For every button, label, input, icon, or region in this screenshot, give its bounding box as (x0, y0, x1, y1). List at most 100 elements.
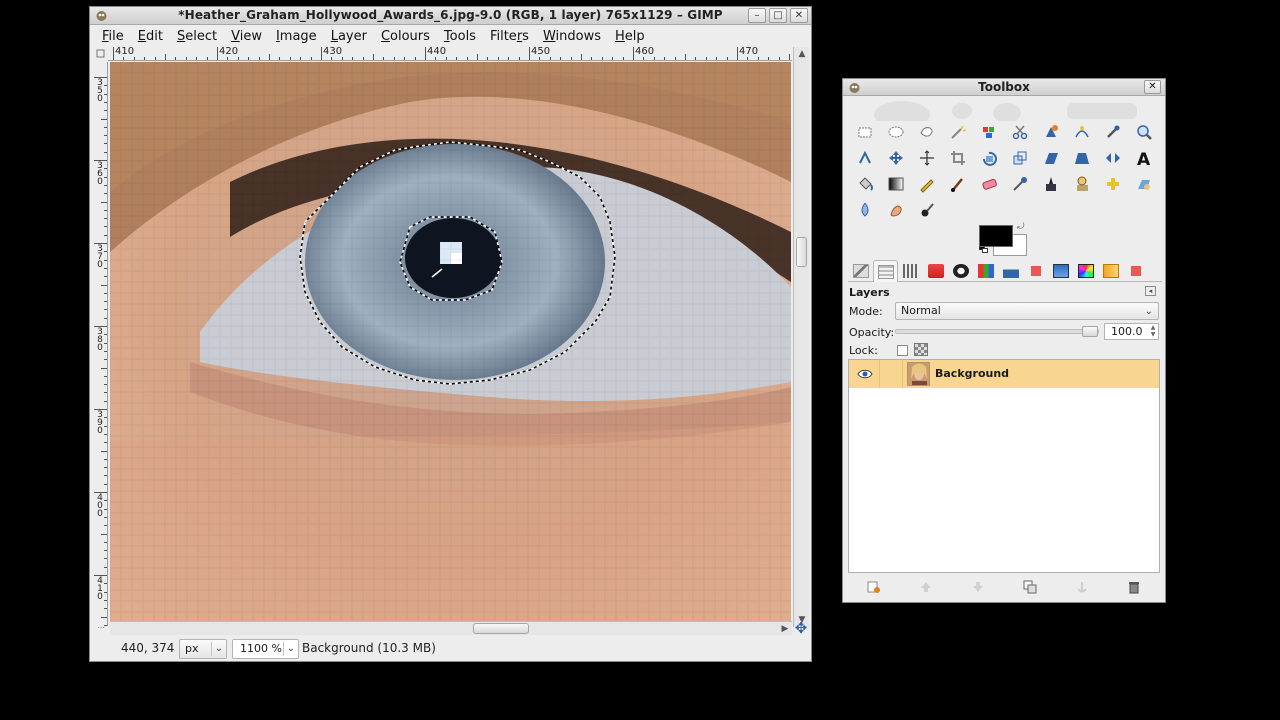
menu-item[interactable]: View (224, 29, 269, 44)
layer-row[interactable]: Background (849, 360, 1159, 388)
tab-selection-editor[interactable] (1023, 260, 1048, 282)
tool-paintbrush[interactable] (942, 171, 973, 197)
tool-scale[interactable] (1004, 145, 1035, 171)
tool-rect-select[interactable] (849, 119, 880, 145)
tool-eraser[interactable] (973, 171, 1004, 197)
maximize-button[interactable]: □ (769, 8, 787, 23)
horizontal-ruler[interactable]: 410 420 430 440 450 460 470 (108, 47, 792, 61)
zoom-combo[interactable]: 1100 % ⌄ (232, 639, 299, 659)
quick-mask-icon[interactable]: ⋯ (94, 623, 108, 635)
horizontal-scroll-thumb[interactable] (473, 623, 529, 634)
tool-align[interactable] (911, 145, 942, 171)
tool-by-color-select[interactable] (973, 119, 1004, 145)
menu-item[interactable]: Edit (131, 29, 170, 44)
menu-item[interactable]: Colours (374, 29, 437, 44)
tool-smudge[interactable] (880, 197, 911, 223)
opacity-slider-handle[interactable] (1082, 326, 1098, 337)
tab-brushes[interactable] (1123, 260, 1148, 282)
tool-airbrush[interactable] (1004, 171, 1035, 197)
spin-arrows-icon[interactable]: ▲ ▼ (1149, 324, 1157, 339)
close-button[interactable]: ✕ (790, 8, 808, 23)
foreground-color-swatch[interactable] (979, 225, 1013, 247)
tool-blend[interactable] (880, 171, 911, 197)
menu-item[interactable]: Help (608, 29, 652, 44)
ruler-label: 460 (635, 47, 655, 57)
menu-item[interactable]: Filters (483, 29, 536, 44)
tool-heal[interactable] (1097, 171, 1128, 197)
menu-item[interactable]: Tools (437, 29, 483, 44)
tool-ink[interactable] (1035, 171, 1066, 197)
ruler-corner-icon[interactable] (94, 47, 107, 60)
tool-fuzzy-select[interactable] (942, 119, 973, 145)
raise-layer-button[interactable] (917, 579, 935, 595)
unit-select[interactable]: px ⌄ (179, 639, 227, 659)
layers-list[interactable]: Background (848, 359, 1160, 573)
tool-ellipse-select[interactable] (880, 119, 911, 145)
menu-item[interactable]: File (95, 29, 131, 44)
toolbox-titlebar[interactable]: Toolbox ✕ (843, 79, 1165, 96)
vertical-scrollbar[interactable]: ▲ ▼ (793, 47, 809, 627)
image-canvas[interactable] (110, 62, 791, 626)
scroll-right-icon[interactable]: ▶ (778, 622, 792, 636)
tool-scissors[interactable] (1004, 119, 1035, 145)
tool-rotate[interactable] (973, 145, 1004, 171)
tool-dodge-burn[interactable] (911, 197, 942, 223)
layer-thumbnail (907, 362, 930, 386)
menu-item[interactable]: Layer (324, 29, 374, 44)
tool-pencil[interactable] (911, 171, 942, 197)
tool-paths[interactable] (1066, 119, 1097, 145)
opacity-spinbox[interactable]: 100.0 ▲ ▼ (1104, 323, 1159, 340)
tool-perspective-clone[interactable] (1128, 171, 1159, 197)
swap-colors-icon[interactable]: ⤾ (1017, 222, 1025, 232)
minimize-button[interactable]: – (748, 8, 766, 23)
tab-histogram[interactable] (998, 260, 1023, 282)
tab-navigation[interactable] (1048, 260, 1073, 282)
tool-measure[interactable] (849, 145, 880, 171)
lock-alpha-checkbox[interactable] (897, 345, 908, 356)
eye-icon[interactable] (857, 367, 873, 381)
tab-pointer[interactable] (1073, 260, 1098, 282)
menu-item[interactable]: Select (170, 29, 224, 44)
scroll-up-icon[interactable]: ▲ (795, 47, 809, 61)
heal-icon (1106, 178, 1119, 190)
tab-colormap[interactable] (973, 260, 998, 282)
tool-flip[interactable] (1097, 145, 1128, 171)
tab-patterns[interactable] (1098, 260, 1123, 282)
layer-chain-toggle[interactable] (879, 360, 903, 388)
vertical-scroll-thumb[interactable] (796, 237, 807, 267)
navigate-icon[interactable]: ✥ (793, 621, 809, 637)
shear-icon (1044, 153, 1058, 164)
duplicate-layer-button[interactable] (1021, 579, 1039, 595)
layer-mode-select[interactable]: Normal ⌄ (895, 302, 1159, 320)
menu-item[interactable]: Image (269, 29, 324, 44)
tool-crop[interactable] (942, 145, 973, 171)
tool-perspective[interactable] (1066, 145, 1097, 171)
menu-item[interactable]: Windows (536, 29, 608, 44)
tab-layers[interactable] (873, 260, 898, 282)
lower-layer-button[interactable] (969, 579, 987, 595)
tool-move[interactable] (880, 145, 911, 171)
new-layer-button[interactable] (865, 579, 883, 595)
close-button[interactable]: ✕ (1144, 80, 1161, 94)
tool-clone[interactable] (1066, 171, 1097, 197)
panel-menu-icon[interactable]: ◂ (1145, 286, 1156, 296)
vertical-ruler[interactable]: 350 360 370 380 390 400 410 (94, 62, 108, 626)
tool-shear[interactable] (1035, 145, 1066, 171)
tool-text[interactable]: A (1128, 145, 1159, 171)
tab-tool-options[interactable] (848, 260, 873, 282)
horizontal-scrollbar[interactable]: ▶ (110, 621, 792, 635)
wilber-drop-area-icon[interactable] (857, 97, 1157, 121)
delete-layer-button[interactable] (1125, 579, 1143, 595)
opacity-slider[interactable] (895, 329, 1099, 334)
tool-zoom[interactable] (1128, 119, 1159, 145)
anchor-layer-button[interactable] (1073, 579, 1091, 595)
tab-channels[interactable] (898, 260, 923, 282)
tool-bucket-fill[interactable] (849, 171, 880, 197)
tool-free-select[interactable] (911, 119, 942, 145)
tool-blur[interactable] (849, 197, 880, 223)
image-window-titlebar[interactable]: *Heather_Graham_Hollywood_Awards_6.jpg-9… (90, 7, 811, 25)
tool-color-picker[interactable] (1097, 119, 1128, 145)
tab-paths[interactable] (923, 260, 948, 282)
tab-undo[interactable] (948, 260, 973, 282)
tool-foreground-select[interactable] (1035, 119, 1066, 145)
